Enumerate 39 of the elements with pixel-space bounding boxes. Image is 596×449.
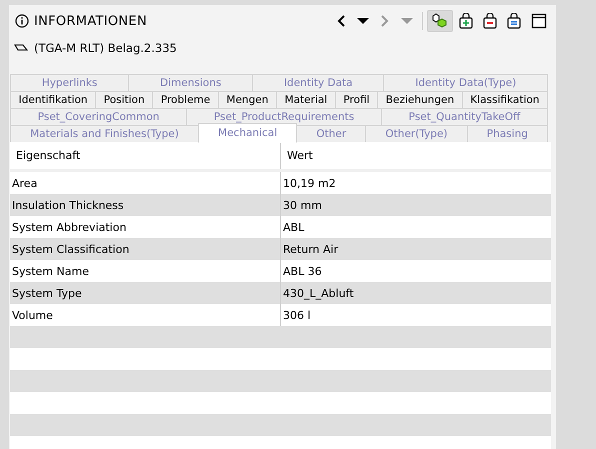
tab[interactable]: Klassifikation: [462, 91, 548, 109]
chevron-left-icon: [336, 14, 346, 28]
tab[interactable]: Materials and Finishes(Type): [10, 125, 199, 143]
tab[interactable]: Profil: [334, 91, 378, 109]
column-header[interactable]: Wert: [281, 142, 551, 169]
lock-plus-icon: [459, 13, 473, 29]
table-cell: 30 mm: [281, 194, 551, 216]
tab[interactable]: Material: [276, 91, 336, 109]
table-cell: System Type: [10, 282, 281, 304]
tab[interactable]: Dimensions: [128, 74, 254, 92]
lock-minus-icon: [483, 13, 497, 29]
table-cell: Return Air: [281, 238, 551, 260]
floor-slab-icon: [14, 43, 28, 53]
lock-equal-icon: [507, 13, 521, 29]
tab[interactable]: Identifikation: [10, 91, 96, 109]
tab[interactable]: Probleme: [152, 91, 219, 109]
tab[interactable]: Phasing: [466, 125, 548, 143]
tab[interactable]: Identity Data: [252, 74, 384, 92]
caret-icon: [356, 16, 370, 26]
tab[interactable]: Mengen: [218, 91, 277, 109]
column-header[interactable]: Eigenschaft: [10, 142, 281, 169]
caret-icon: [400, 16, 414, 26]
element-label: (TGA-M RLT) Belag.2.335: [34, 41, 177, 55]
panel-title: INFORMATIONEN: [34, 14, 147, 28]
chevron-right-icon: [380, 14, 390, 28]
table-cell: 430_L_Abluft: [281, 282, 551, 304]
table-cell: System Classification: [10, 238, 281, 260]
tab[interactable]: Pset_QuantityTakeOff: [380, 108, 548, 126]
tab[interactable]: Identity Data(Type): [383, 74, 548, 92]
tab[interactable]: Position: [95, 91, 154, 109]
info-icon: [15, 14, 29, 28]
tab[interactable]: Beziehungen: [377, 91, 463, 109]
tab[interactable]: Hyperlinks: [10, 74, 130, 92]
window-icon: [531, 13, 547, 29]
tab[interactable]: Other: [296, 125, 366, 143]
table-cell: Insulation Thickness: [10, 194, 281, 216]
tab[interactable]: Mechanical: [198, 123, 298, 143]
tab[interactable]: Pset_CoveringCommon: [10, 108, 188, 126]
tab[interactable]: Other(Type): [365, 125, 468, 143]
